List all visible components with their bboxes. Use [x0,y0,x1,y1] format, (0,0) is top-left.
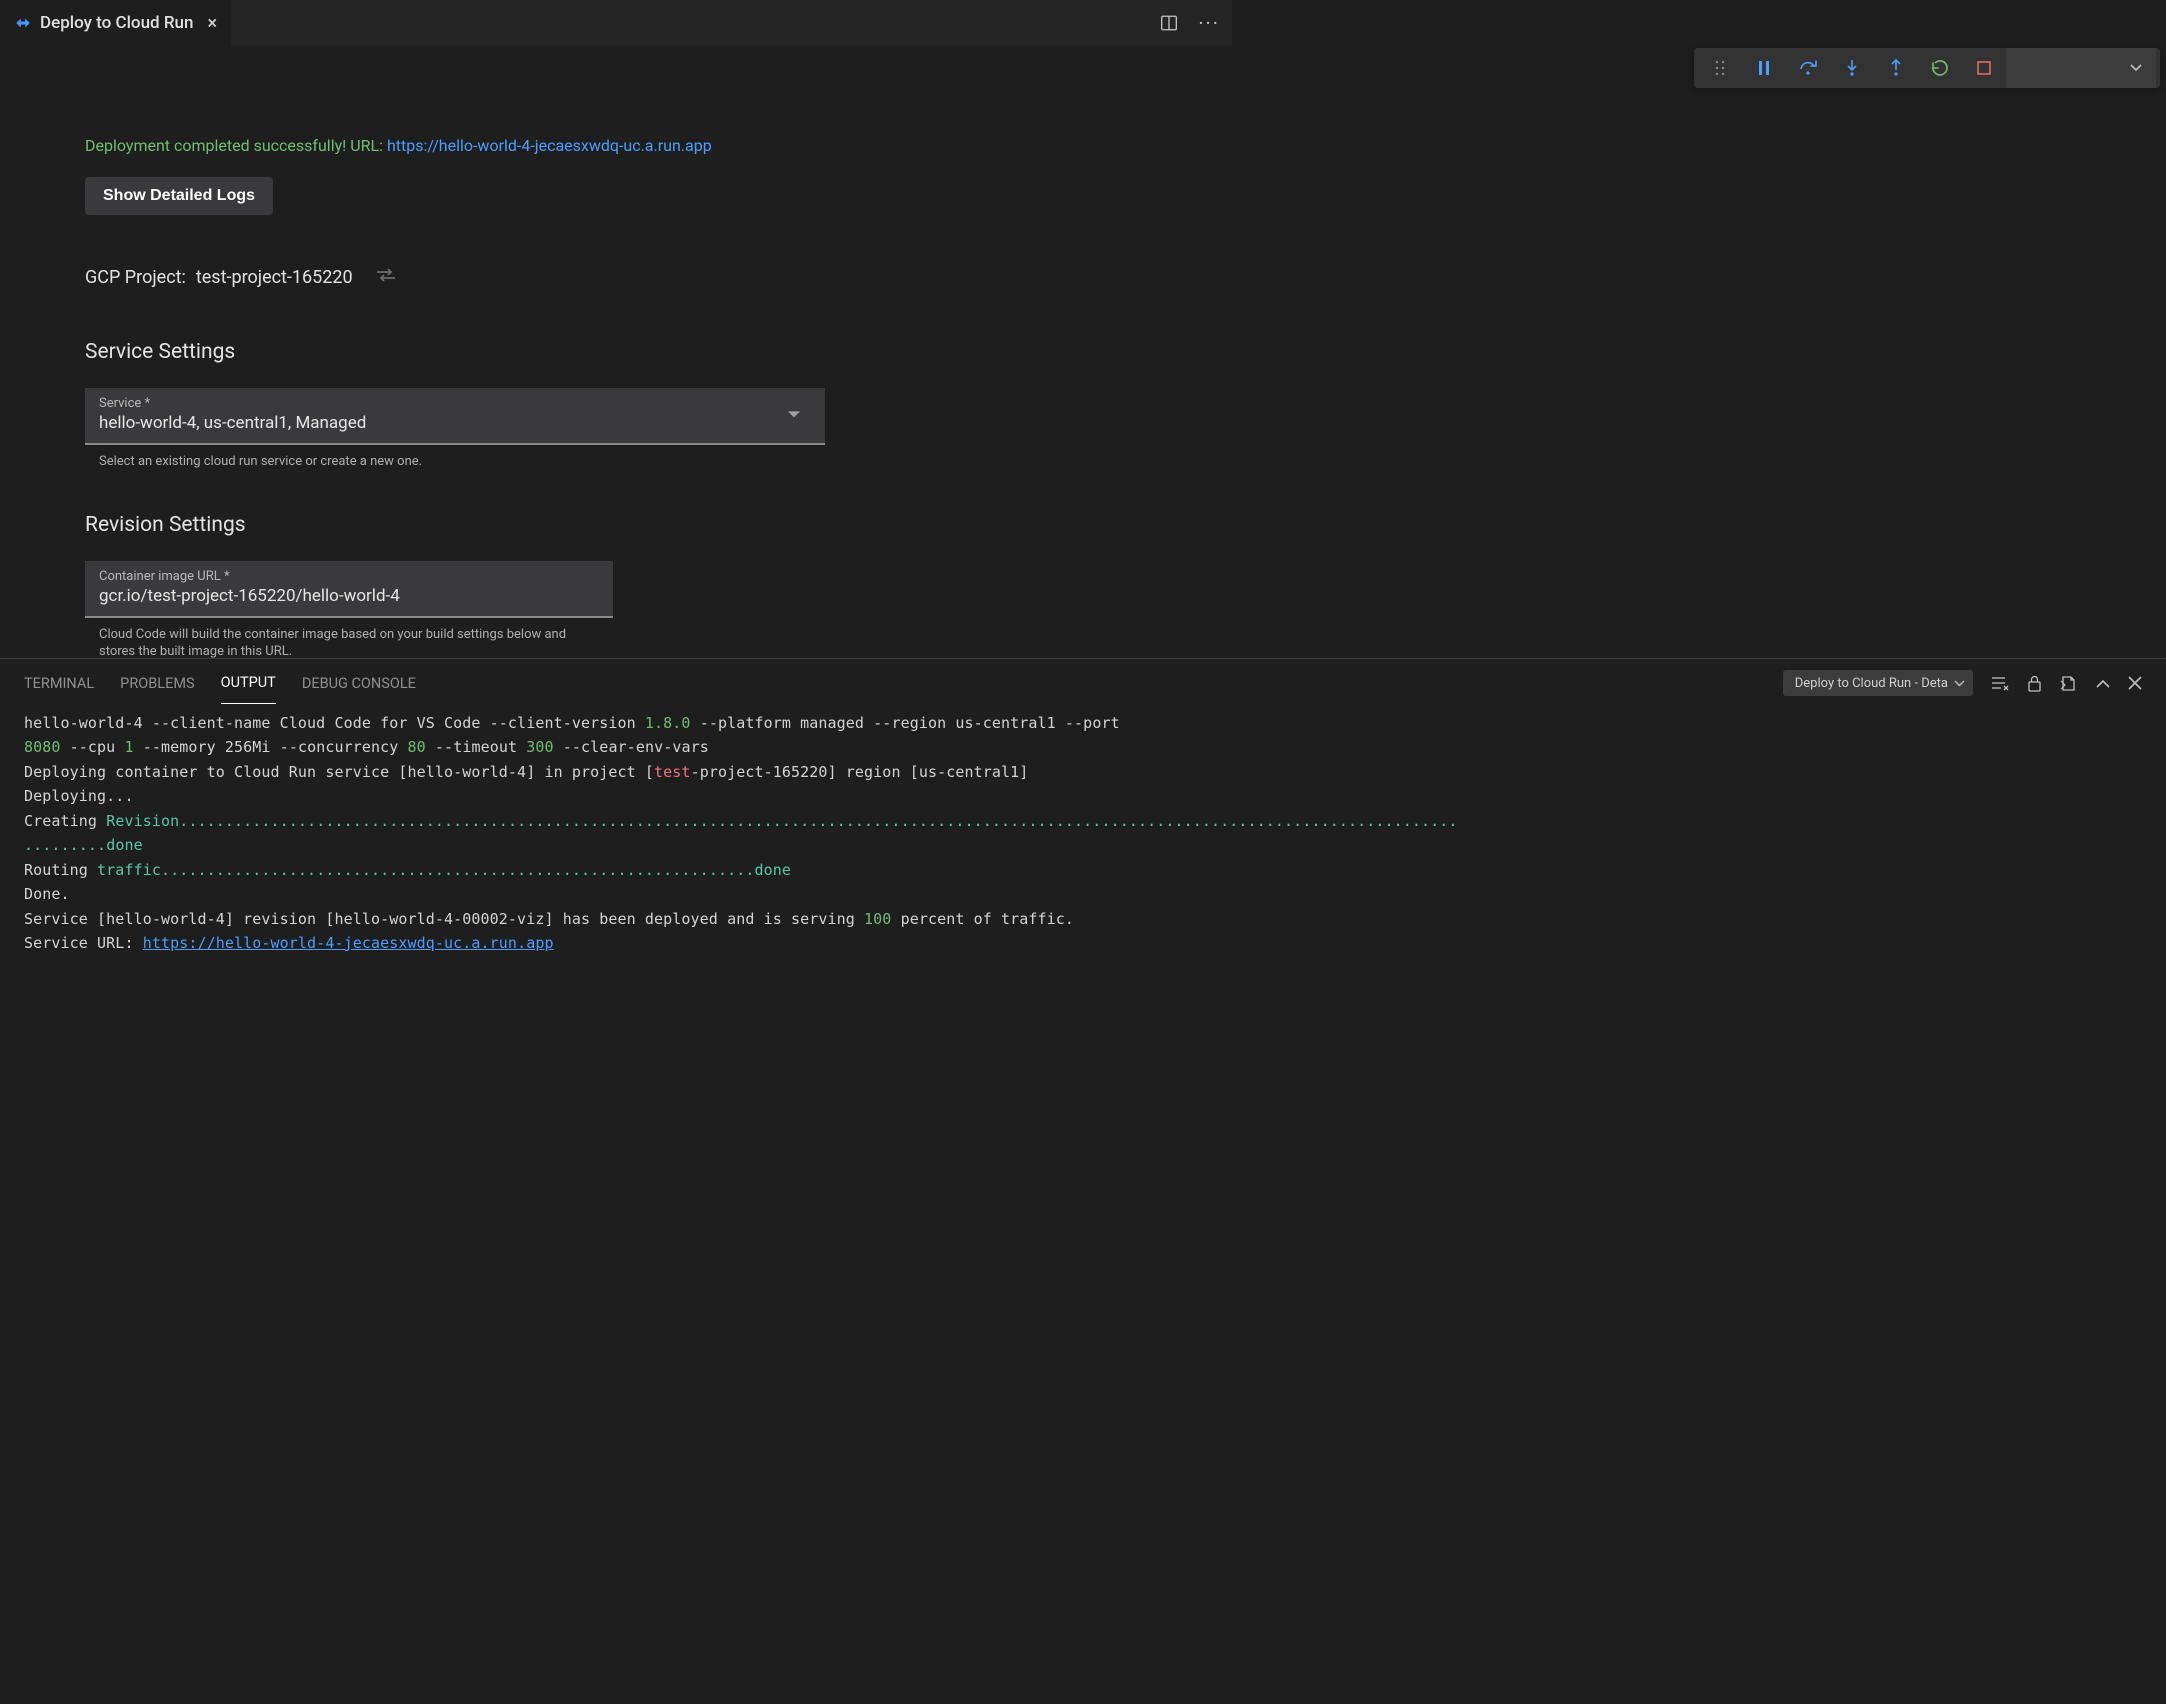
switch-project-icon[interactable] [375,267,397,288]
gcp-project-value: test-project-165220 [196,267,353,288]
term-text: Routing [24,861,97,879]
step-over-icon[interactable] [1786,48,1830,88]
term-text: --timeout [426,738,526,756]
dropdown-caret-icon [787,406,801,422]
editor-content: Deployment completed successfully! URL: … [0,46,2166,1704]
output-terminal[interactable]: hello-world-4 --client-name Cloud Code f… [0,707,2166,959]
service-helper-text: Select an existing cloud run service or … [85,445,825,471]
output-channel-select[interactable]: Deploy to Cloud Run - Deta [1783,670,1973,696]
term-text: Creating [24,812,106,830]
term-text: Deploying container to Cloud Run service… [24,763,654,781]
step-out-icon[interactable] [1874,48,1918,88]
term-text: 1.8.0 [645,714,691,732]
restart-icon[interactable] [1918,48,1962,88]
tab-debug-console[interactable]: DEBUG CONSOLE [302,663,416,704]
tab-title: Deploy to Cloud Run [40,13,193,33]
service-field-label: Service * [99,396,811,411]
step-into-icon[interactable] [1830,48,1874,88]
bottom-panel: TERMINAL PROBLEMS OUTPUT DEBUG CONSOLE D… [0,658,2166,1704]
chevron-up-icon[interactable] [2096,679,2110,688]
term-text: ........................................… [179,812,1457,830]
term-text: test [654,763,691,781]
lock-scroll-icon[interactable] [2027,675,2042,692]
output-channel-value: Deploy to Cloud Run - Deta [1795,676,1948,691]
term-text: Service [hello-world-4] revision [hello-… [24,910,864,928]
editor-tab-bar: Deploy to Cloud Run × ··· [0,0,1232,46]
show-detailed-logs-button[interactable]: Show Detailed Logs [85,177,273,215]
success-text: Deployment completed successfully! URL: [85,136,387,155]
term-text: Deploying... [24,787,134,805]
container-image-label: Container image URL * [99,569,599,584]
more-actions-icon[interactable]: ··· [1198,11,1220,35]
tab-terminal[interactable]: TERMINAL [24,663,94,704]
close-panel-icon[interactable] [2128,676,2142,690]
service-select[interactable]: Service * hello-world-4, us-central1, Ma… [85,388,825,445]
container-image-input[interactable]: Container image URL * gcr.io/test-projec… [85,561,613,618]
term-text: --clear-env-vars [554,738,709,756]
stop-icon[interactable] [1962,48,2006,88]
split-editor-icon[interactable] [1160,14,1178,32]
term-text: 1 [124,738,133,756]
term-text: ........................................… [161,861,755,879]
container-image-value: gcr.io/test-project-165220/hello-world-4 [99,586,599,606]
term-text: done [106,836,143,854]
panel-tab-bar: TERMINAL PROBLEMS OUTPUT DEBUG CONSOLE D… [0,659,2166,707]
service-field-value: hello-world-4, us-central1, Managed [99,413,811,433]
term-text: done [754,861,791,879]
gcp-project-label: GCP Project: [85,267,186,288]
container-image-helper: Cloud Code will build the container imag… [85,618,585,658]
debug-toolbar [1694,48,2160,88]
tab-problems[interactable]: PROBLEMS [120,663,194,704]
deployment-success-message: Deployment completed successfully! URL: … [85,136,2081,155]
service-url-link[interactable]: https://hello-world-4-jecaesxwdq-uc.a.ru… [143,934,554,952]
service-settings-heading: Service Settings [85,340,2081,364]
drag-handle-icon[interactable] [1698,48,1742,88]
term-text: Service URL: [24,934,143,952]
revision-settings-heading: Revision Settings [85,513,2081,537]
term-text: --platform managed --region us-central1 … [691,714,1120,732]
editor-actions: ··· [1160,0,1232,46]
deployment-url-link[interactable]: https://hello-world-4-jecaesxwdq-uc.a.ru… [387,136,712,155]
term-text: hello-world-4 --client-name Cloud Code f… [24,714,645,732]
term-text: 8080 [24,738,61,756]
term-text: -project-165220] region [us-central1] [691,763,1029,781]
term-text: percent of traffic. [891,910,1074,928]
tab-output[interactable]: OUTPUT [221,662,276,704]
clear-output-icon[interactable] [1991,675,2009,691]
term-text: traffic [97,861,161,879]
cloud-code-icon [14,14,32,32]
term-text: Revision [106,812,179,830]
panel-actions: Deploy to Cloud Run - Deta [1783,670,2142,696]
close-icon[interactable]: × [201,13,217,34]
gcp-project-row: GCP Project: test-project-165220 [85,267,2081,288]
term-text: 100 [864,910,891,928]
debug-config-select[interactable] [2006,48,2156,88]
deploy-panel: Deployment completed successfully! URL: … [0,46,2166,658]
term-text: --memory 256Mi --concurrency [134,738,408,756]
tab-deploy-cloud-run[interactable]: Deploy to Cloud Run × [0,0,231,46]
term-text: ......... [24,836,106,854]
term-text: --cpu [61,738,125,756]
term-text: Done. [24,885,70,903]
term-text: 300 [526,738,553,756]
pause-icon[interactable] [1742,48,1786,88]
open-log-file-icon[interactable] [2060,675,2078,692]
term-text: 80 [408,738,426,756]
